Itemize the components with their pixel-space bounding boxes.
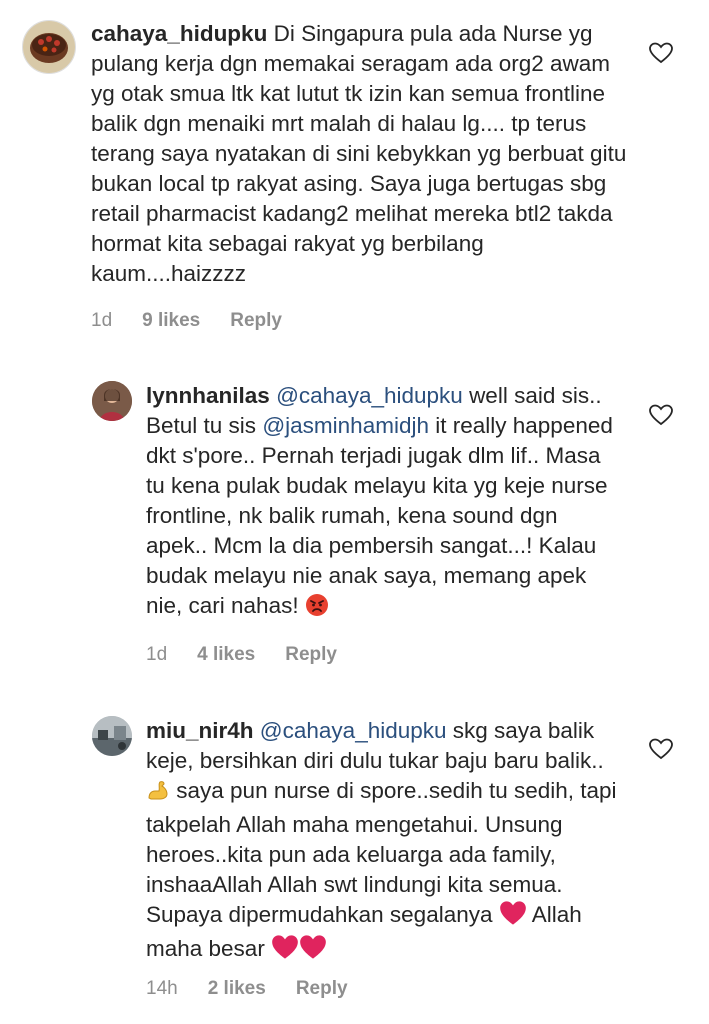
room-avatar-image [92, 716, 132, 756]
mention-link[interactable]: @jasminhamidjh [262, 413, 429, 438]
reply-button[interactable]: Reply [285, 644, 337, 665]
comment-body: Di Singapura pula ada Nurse yg pulang ke… [91, 21, 627, 286]
red-heart-emoji-icon [271, 934, 299, 968]
comment-meta: 1d 9 likes Reply [91, 310, 312, 332]
flexed-biceps-icon [146, 778, 170, 810]
person-avatar-image [92, 381, 132, 421]
avatar[interactable] [22, 20, 76, 74]
username[interactable]: cahaya_hidupku [91, 21, 267, 46]
likes-count[interactable]: 4 likes [197, 644, 255, 665]
red-heart-emoji-icon [499, 900, 527, 934]
likes-count[interactable]: 2 likes [208, 978, 266, 999]
timestamp: 1d [91, 310, 113, 331]
like-heart-icon[interactable] [649, 404, 673, 426]
red-heart-emoji-icon [299, 934, 327, 968]
comment-text: miu_nir4h @cahaya_hidupku skg saya balik… [146, 716, 624, 968]
comment-meta: 1d 4 likes Reply [146, 644, 367, 666]
timestamp: 1d [146, 644, 168, 665]
comment-text: lynnhanilas @cahaya_hidupku well said si… [146, 381, 624, 625]
username[interactable]: lynnhanilas [146, 383, 270, 408]
comment-meta: 14h 2 likes Reply [146, 978, 378, 1000]
avatar[interactable] [92, 381, 132, 421]
mention-link[interactable]: @cahaya_hidupku [260, 718, 447, 743]
cake-avatar-image [23, 21, 75, 73]
reply-button[interactable]: Reply [296, 978, 348, 999]
like-heart-icon[interactable] [649, 738, 673, 760]
avatar[interactable] [92, 716, 132, 756]
username[interactable]: miu_nir4h [146, 718, 254, 743]
comment-text: cahaya_hidupku Di Singapura pula ada Nur… [91, 19, 631, 289]
mention-link[interactable]: @cahaya_hidupku [276, 383, 463, 408]
comment-body: it really happened dkt s'pore.. Pernah t… [146, 413, 613, 618]
reply-button[interactable]: Reply [230, 310, 282, 331]
likes-count[interactable]: 9 likes [142, 310, 200, 331]
like-heart-icon[interactable] [649, 42, 673, 64]
timestamp: 14h [146, 978, 178, 999]
angry-face-icon [305, 593, 329, 625]
